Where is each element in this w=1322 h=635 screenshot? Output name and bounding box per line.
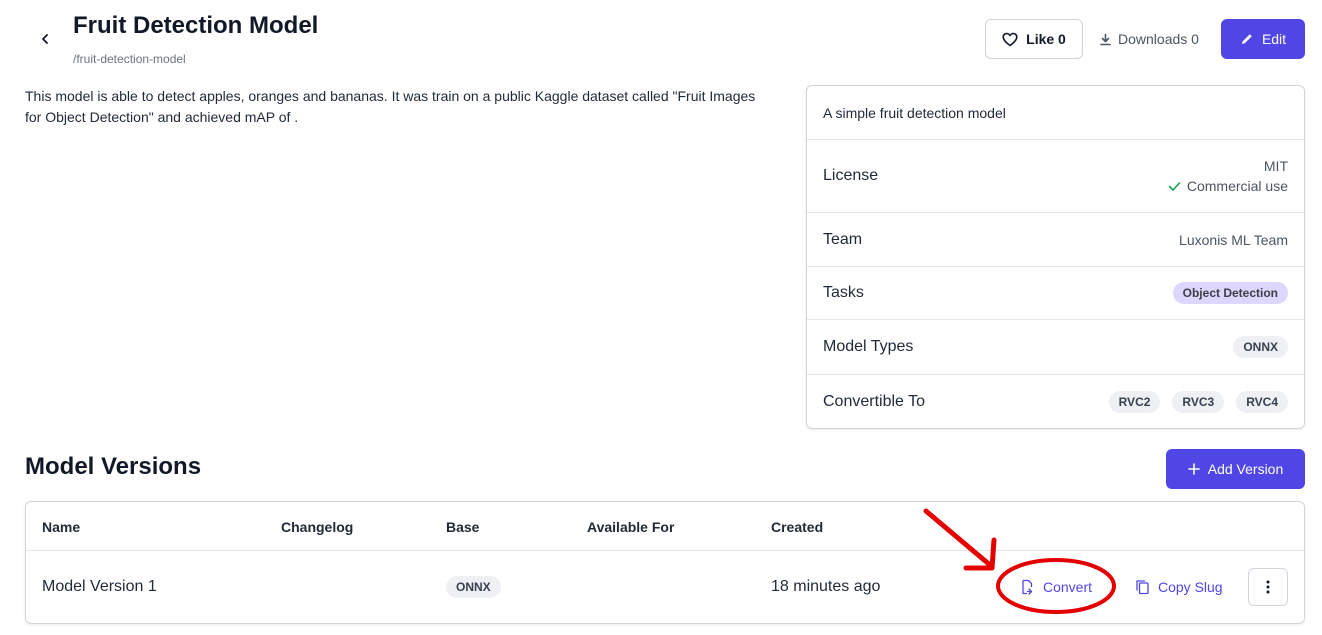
model-type-badge: ONNX	[1233, 336, 1288, 358]
commercial-use-label: Commercial use	[1186, 178, 1288, 194]
edit-label: Edit	[1261, 31, 1287, 47]
copy-icon	[1136, 580, 1149, 595]
convert-label: Convert	[1043, 579, 1093, 595]
team-label: Team	[823, 230, 863, 248]
check-icon	[1168, 181, 1181, 191]
column-header-available-for: Available For	[587, 519, 675, 535]
column-header-name: Name	[42, 519, 81, 535]
info-row-tasks: Tasks Object Detection	[807, 266, 1304, 319]
team-value: Luxonis ML Team	[1179, 231, 1288, 248]
model-description: This model is able to detect apples, ora…	[25, 88, 756, 125]
task-badge: Object Detection	[1172, 282, 1288, 304]
versions-section-title: Model Versions	[25, 453, 202, 480]
version-created: 18 minutes ago	[771, 578, 881, 595]
info-summary-row: A simple fruit detection model	[807, 86, 1304, 139]
downloads-label: Downloads 0	[1118, 31, 1199, 47]
file-convert-icon	[1022, 579, 1033, 595]
versions-table: Name Changelog Base Available For Create…	[25, 501, 1305, 624]
convert-button[interactable]: Convert	[995, 576, 1092, 598]
copy-slug-label: Copy Slug	[1158, 579, 1223, 595]
back-button[interactable]	[34, 28, 56, 50]
page-title: Fruit Detection Model	[73, 12, 319, 39]
like-button[interactable]: Like 0	[985, 19, 1083, 59]
copy-slug-button[interactable]: Copy Slug	[1135, 576, 1223, 598]
info-row-model-types: Model Types ONNX	[807, 319, 1304, 374]
convertible-badge: RVC3	[1172, 391, 1225, 413]
convertible-badge: RVC2	[1108, 391, 1161, 413]
model-types-badges: ONNX	[1233, 336, 1288, 358]
license-value-group: MIT Commercial use	[1168, 158, 1288, 194]
convertible-badge: RVC4	[1236, 391, 1288, 413]
version-base-cell: ONNX	[446, 576, 501, 598]
column-header-changelog: Changelog	[281, 519, 354, 535]
model-types-label: Model Types	[823, 338, 914, 355]
dots-vertical-icon	[1266, 580, 1270, 594]
base-badge: ONNX	[446, 576, 501, 598]
convertible-badges: RVC2 RVC3 RVC4	[1108, 391, 1288, 413]
info-row-team: Team Luxonis ML Team	[807, 212, 1304, 266]
add-version-label: Add Version	[1207, 461, 1284, 477]
license-label: License	[823, 167, 879, 184]
column-header-created: Created	[771, 519, 824, 535]
add-version-button[interactable]: Add Version	[1166, 449, 1305, 489]
edit-button[interactable]: Edit	[1221, 19, 1305, 59]
downloads-counter: Downloads 0	[1099, 19, 1199, 59]
model-slug: /fruit-detection-model	[73, 52, 186, 66]
info-row-license: License MIT Commercial use	[807, 139, 1304, 212]
heart-icon	[1002, 32, 1018, 46]
version-name: Model Version 1	[42, 578, 157, 595]
convertible-label: Convertible To	[823, 393, 925, 410]
model-summary: A simple fruit detection model	[823, 104, 1006, 121]
more-actions-button[interactable]	[1248, 568, 1288, 606]
download-icon	[1100, 33, 1111, 45]
tasks-badges: Object Detection	[1172, 282, 1288, 304]
chevron-left-icon	[42, 34, 48, 44]
info-row-convertible: Convertible To RVC2 RVC3 RVC4	[807, 374, 1304, 428]
commercial-use-indicator: Commercial use	[1168, 178, 1288, 194]
pencil-icon	[1241, 34, 1252, 44]
tasks-label: Tasks	[823, 284, 864, 301]
license-value: MIT	[1263, 158, 1288, 174]
column-header-base: Base	[446, 519, 480, 535]
plus-icon	[1187, 463, 1200, 475]
model-info-card: A simple fruit detection model License M…	[806, 85, 1305, 429]
header-divider	[26, 550, 1304, 551]
like-label: Like 0	[1026, 31, 1066, 47]
